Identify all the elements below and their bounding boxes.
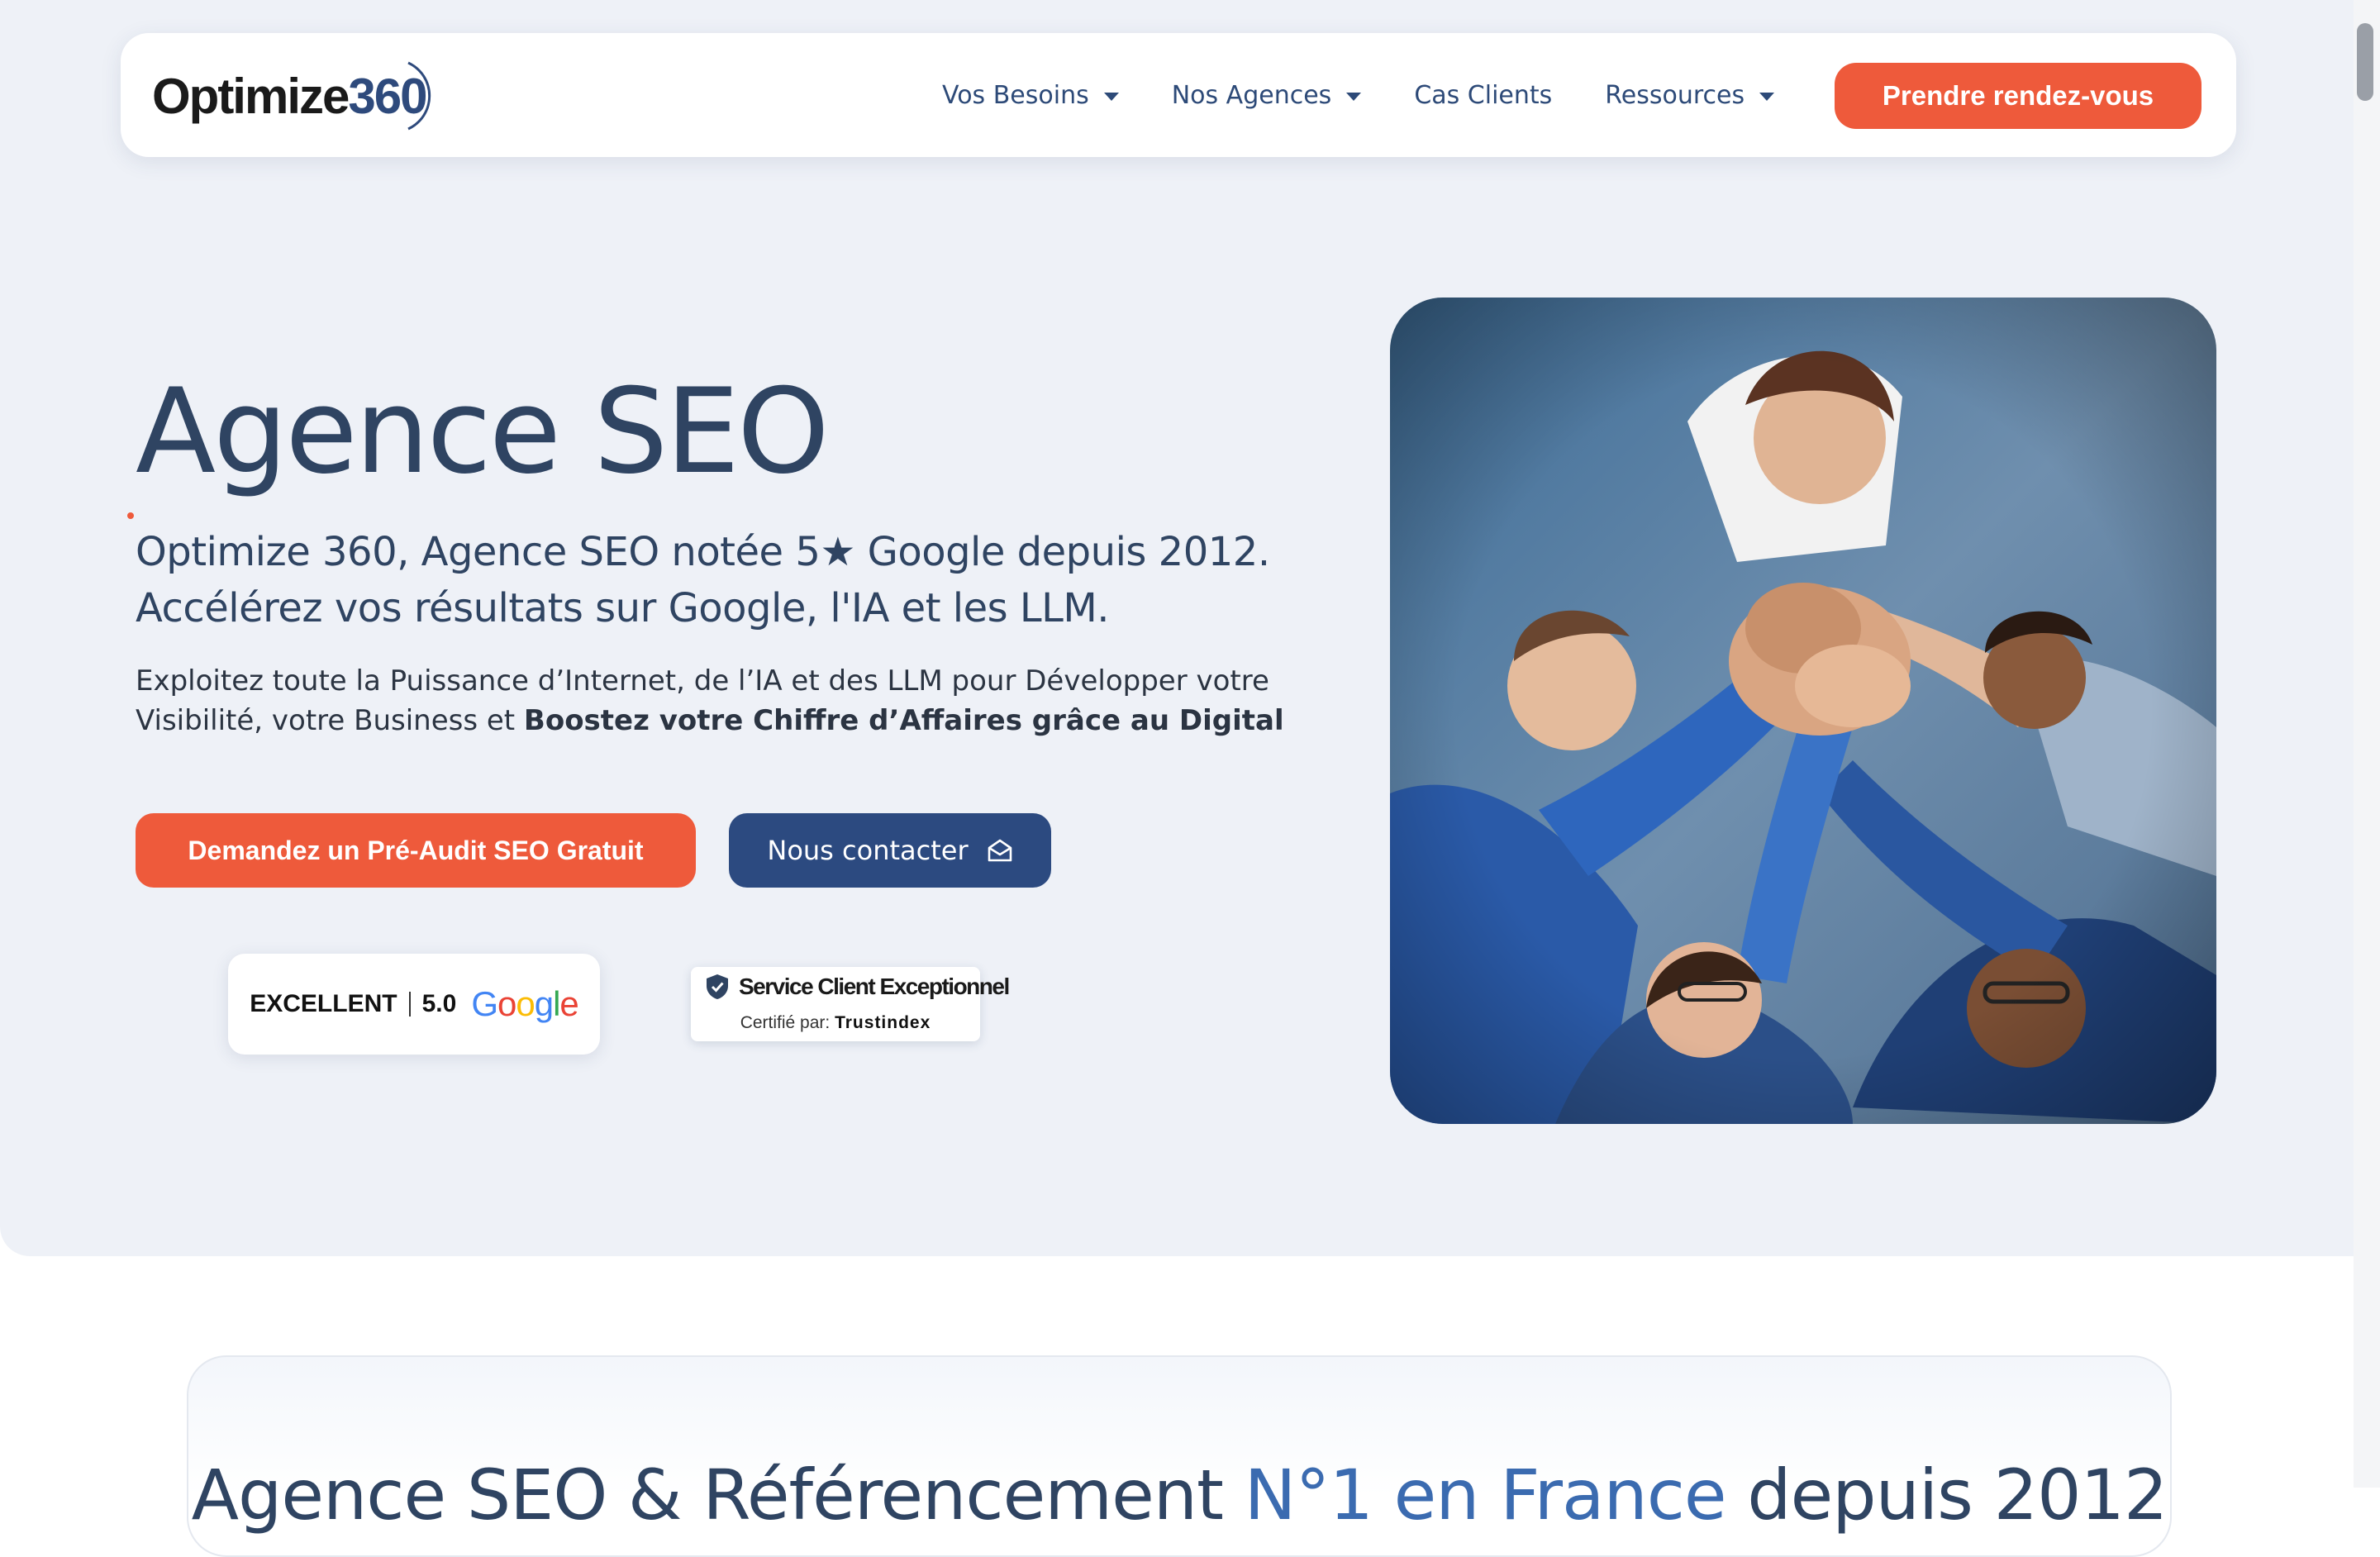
rating-label: EXCELLENT [250, 990, 397, 1017]
hero-description-line: Exploitez toute la Puissance d’Internet,… [136, 664, 1269, 698]
scrollbar[interactable] [2354, 0, 2380, 1488]
hero-description-line: Visibilité, votre Business et Boostez vo… [136, 704, 1284, 737]
scrollbar-thumb[interactable] [2357, 23, 2373, 101]
decorative-dot [127, 512, 134, 519]
trustindex-badge[interactable]: Service Client Exceptionnel Certifié par… [691, 967, 1010, 1041]
section-title: Agence SEO & Référencement N°1 en France… [191, 1455, 2168, 1536]
trustindex-title: Service Client Exceptionnel [739, 974, 1010, 999]
site-header: Optimize360 Vos Besoins Nos Agences Cas … [121, 33, 2236, 157]
nav-item-cas-clients[interactable]: Cas Clients [1414, 81, 1552, 110]
trustindex-certified: Certifié par: Trustindex [740, 1013, 931, 1032]
mail-open-icon [988, 839, 1011, 862]
logo-arc-icon [407, 61, 431, 131]
hero-image [1390, 298, 2216, 1124]
hero-subtitle-line: Optimize 360, Agence SEO notée 5★ Google… [136, 529, 1270, 575]
hero-description-emphasis: Boostez votre Chiffre d’Affaires grâce a… [523, 704, 1284, 737]
hero-subtitle-line: Accélérez vos résultats sur Google, l'IA… [136, 585, 1110, 631]
google-rating-badge[interactable]: EXCELLENT 5.0 Google [228, 954, 600, 1055]
team-high-five-photo [1390, 298, 2216, 1124]
free-seo-audit-button[interactable]: Demandez un Pré-Audit SEO Gratuit [136, 813, 696, 888]
logo[interactable]: Optimize360 [152, 56, 431, 136]
book-appointment-button[interactable]: Prendre rendez-vous [1835, 63, 2202, 129]
rating-score: 5.0 [421, 990, 457, 1017]
hero-subtitle: Optimize 360, Agence SEO notée 5★ Google… [136, 524, 1292, 636]
nav-item-nos-agences[interactable]: Nos Agences [1172, 81, 1362, 110]
google-logo: Google [471, 984, 578, 1023]
main-nav: Vos Besoins Nos Agences Cas Clients Ress… [942, 33, 1827, 157]
nav-item-vos-besoins[interactable]: Vos Besoins [942, 81, 1119, 110]
contact-button[interactable]: Nous contacter [729, 813, 1051, 888]
divider [408, 992, 411, 1017]
nav-item-ressources[interactable]: Ressources [1605, 81, 1775, 110]
hero-description: Exploitez toute la Puissance d’Internet,… [136, 661, 1309, 740]
contact-button-label: Nous contacter [767, 835, 969, 866]
caret-down-icon [1346, 93, 1362, 101]
page-title: Agence SEO [136, 364, 830, 500]
intro-section-card: Agence SEO & Référencement N°1 en France… [187, 1355, 2172, 1557]
caret-down-icon [1759, 93, 1775, 101]
caret-down-icon [1103, 93, 1119, 101]
shield-check-icon [707, 974, 728, 999]
